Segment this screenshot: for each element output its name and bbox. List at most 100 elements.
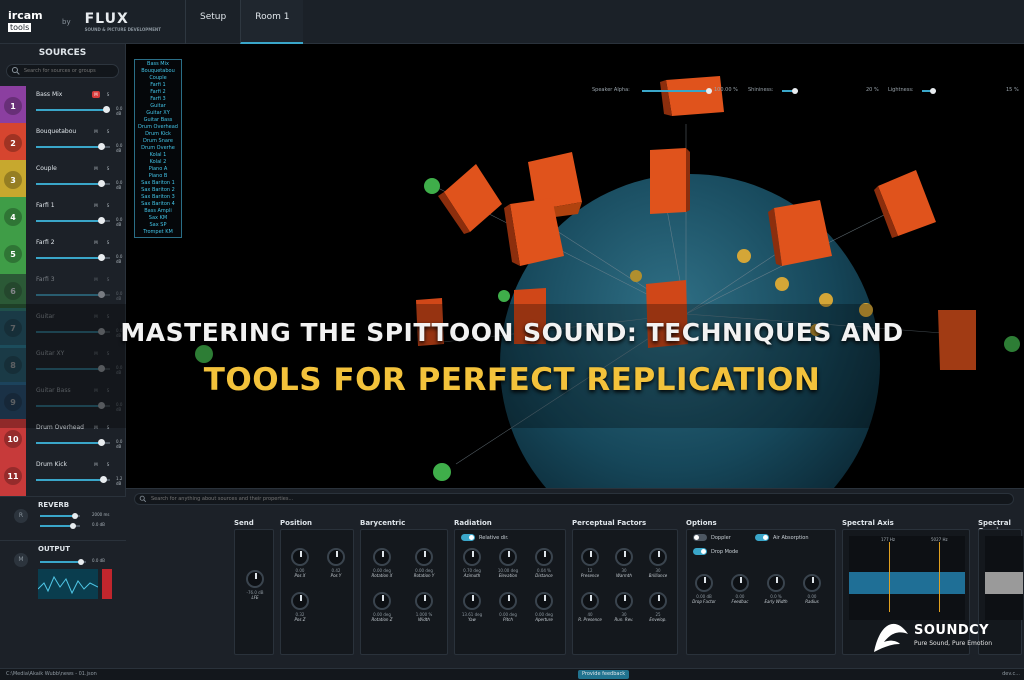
doppler-toggle[interactable] xyxy=(693,534,707,541)
knob-dial[interactable] xyxy=(291,548,309,566)
channel-list-item[interactable]: Drum Kick xyxy=(135,131,181,138)
knob-dial[interactable] xyxy=(649,592,667,610)
knob-dial[interactable] xyxy=(415,548,433,566)
source-row[interactable]: 3 Couple M S 0.0 dB xyxy=(0,160,126,200)
channel-list-item[interactable]: Drum Snare xyxy=(135,138,181,145)
source-gain-slider[interactable] xyxy=(36,476,110,483)
channel-list-item[interactable]: Drum Overhead xyxy=(135,124,181,131)
knob-dial[interactable] xyxy=(581,592,599,610)
mute-button[interactable]: M xyxy=(92,91,100,98)
mute-button[interactable]: M xyxy=(92,165,100,172)
source-gain-slider[interactable] xyxy=(36,439,110,446)
knob-dial[interactable] xyxy=(415,592,433,610)
output-level-slider[interactable] xyxy=(40,559,86,565)
source-gain-slider[interactable] xyxy=(36,217,110,224)
parameter-knob[interactable]: 0.70 deg Azimuth xyxy=(457,548,487,578)
channel-list-item[interactable]: Couple xyxy=(135,75,181,82)
speaker-icon[interactable] xyxy=(650,148,690,214)
source-gain-slider[interactable] xyxy=(36,180,110,187)
parameter-knob[interactable]: -76.0 dB LFE xyxy=(240,570,270,600)
spectral-omni-graph[interactable] xyxy=(985,536,1023,620)
shininess-slider[interactable] xyxy=(782,88,798,94)
solo-button[interactable]: S xyxy=(104,202,112,209)
channel-list-item[interactable]: Sax Bariton 1 xyxy=(135,180,181,187)
mute-button[interactable]: M xyxy=(92,202,100,209)
solo-button[interactable]: S xyxy=(104,128,112,135)
speaker-icon[interactable] xyxy=(874,170,936,238)
source-row[interactable]: 1 Bass Mix M S 0.0 dB xyxy=(0,86,126,126)
source-marker[interactable] xyxy=(775,277,789,291)
mute-button[interactable]: M xyxy=(92,461,100,468)
knob-dial[interactable] xyxy=(463,592,481,610)
knob-dial[interactable] xyxy=(803,574,821,592)
source-marker[interactable] xyxy=(630,270,642,282)
source-marker[interactable] xyxy=(498,290,510,302)
solo-button[interactable]: S xyxy=(104,239,112,246)
channel-list-item[interactable]: Bass Mix xyxy=(135,61,181,68)
channel-list-item[interactable]: Farfi 3 xyxy=(135,96,181,103)
source-row[interactable]: 2 Bouquetabou M S 0.0 dB xyxy=(0,123,126,163)
speaker-icon[interactable] xyxy=(768,200,832,266)
parameter-knob[interactable]: 0.0 % Early Width xyxy=(761,574,791,604)
speaker-icon[interactable] xyxy=(438,164,502,234)
knob-dial[interactable] xyxy=(463,548,481,566)
provide-feedback-button[interactable]: Provide feedback xyxy=(578,670,630,679)
spectral-axis-graph[interactable]: 177 Hz 5027 Hz xyxy=(849,536,965,620)
parameter-knob[interactable]: 12 Presence xyxy=(575,548,605,578)
parameter-knob[interactable]: 1.000 % Width xyxy=(409,592,439,622)
drop-mode-toggle[interactable] xyxy=(693,548,707,555)
parameter-knob[interactable]: 0.00 Pos X xyxy=(285,548,315,578)
knob-dial[interactable] xyxy=(731,574,749,592)
channel-list-item[interactable]: Bass Ampli xyxy=(135,208,181,215)
parameter-knob[interactable]: 0.00 Radius xyxy=(797,574,827,604)
speaker-icon[interactable] xyxy=(660,76,724,116)
knob-dial[interactable] xyxy=(649,548,667,566)
channel-list-item[interactable]: Piano B xyxy=(135,173,181,180)
source-row[interactable]: 4 Farfi 1 M S 0.0 dB xyxy=(0,197,126,237)
parameter-knob[interactable]: 0.00 deg Rotation Y xyxy=(409,548,439,578)
knob-dial[interactable] xyxy=(499,548,517,566)
channel-list-item[interactable]: Piano A xyxy=(135,166,181,173)
solo-button[interactable]: S xyxy=(104,461,112,468)
parameter-knob[interactable]: 25 Envelop. xyxy=(643,592,673,622)
parameter-knob[interactable]: 30 Brilliance xyxy=(643,548,673,578)
air-absorption-toggle[interactable] xyxy=(755,534,769,541)
solo-button[interactable]: S xyxy=(104,165,112,172)
knob-dial[interactable] xyxy=(615,592,633,610)
source-marker[interactable] xyxy=(433,463,451,481)
knob-dial[interactable] xyxy=(535,592,553,610)
solo-button[interactable]: S xyxy=(104,91,112,98)
knob-dial[interactable] xyxy=(581,548,599,566)
mute-button[interactable]: M xyxy=(92,128,100,135)
speaker-alpha-slider[interactable] xyxy=(642,88,712,94)
knob-dial[interactable] xyxy=(535,548,553,566)
mute-button[interactable]: M xyxy=(92,276,100,283)
parameter-knob[interactable]: 30 Run. Rev. xyxy=(609,592,639,622)
source-row[interactable]: 11 Drum Kick M S 1.2 dB xyxy=(0,456,126,496)
parameter-knob[interactable]: 0.32 Pos Z xyxy=(285,592,315,622)
channel-list-item[interactable]: Kolal 2 xyxy=(135,159,181,166)
knob-dial[interactable] xyxy=(499,592,517,610)
properties-search-input[interactable] xyxy=(151,496,551,502)
parameter-knob[interactable]: 0.00 deg Rotation X xyxy=(367,548,397,578)
channel-list-item[interactable]: Guitar XY xyxy=(135,110,181,117)
channel-list-item[interactable]: Sax Bariton 2 xyxy=(135,187,181,194)
solo-button[interactable]: S xyxy=(104,276,112,283)
sources-search[interactable] xyxy=(6,64,119,78)
channel-list-item[interactable]: Guitar xyxy=(135,103,181,110)
knob-dial[interactable] xyxy=(373,592,391,610)
mute-button[interactable]: M xyxy=(92,239,100,246)
source-gain-slider[interactable] xyxy=(36,106,110,113)
parameter-knob[interactable]: 30 Warmth xyxy=(609,548,639,578)
knob-dial[interactable] xyxy=(767,574,785,592)
channel-list-item[interactable]: Drum Overhe xyxy=(135,145,181,152)
channel-list-item[interactable]: Sax Bariton 3 xyxy=(135,194,181,201)
channel-list-item[interactable]: Sax SP xyxy=(135,222,181,229)
parameter-knob[interactable]: 13.61 deg Yaw xyxy=(457,592,487,622)
lightness-slider[interactable] xyxy=(922,88,936,94)
parameter-knob[interactable]: 40 R. Presence xyxy=(575,592,605,622)
parameter-knob[interactable]: 0.00 deg Rotation Z xyxy=(367,592,397,622)
channel-list-item[interactable]: Sax KM xyxy=(135,215,181,222)
knob-dial[interactable] xyxy=(291,592,309,610)
parameter-knob[interactable]: 0.00 deg Pitch xyxy=(493,592,523,622)
